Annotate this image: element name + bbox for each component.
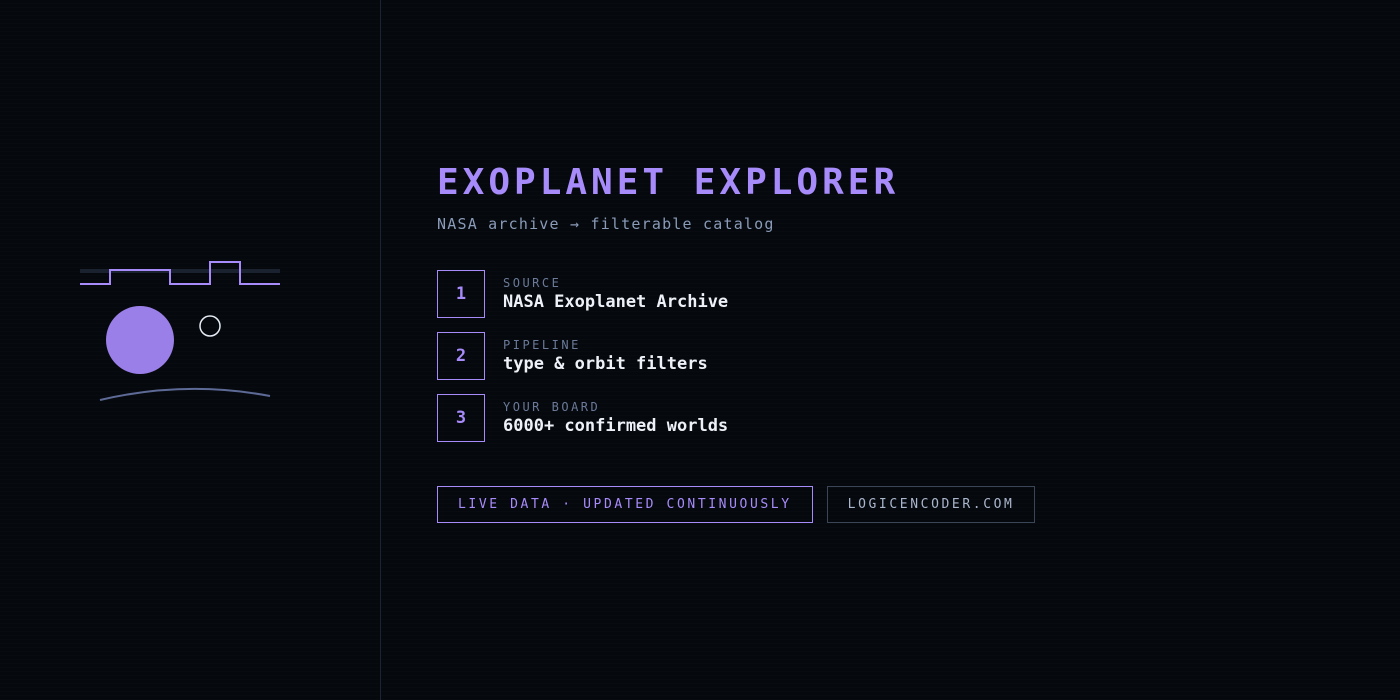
page: EXOPLANET EXPLORER NASA archive → filter…	[0, 0, 1400, 700]
transit-illustration	[70, 250, 300, 420]
step-text: YOUR BOARD 6000+ confirmed worlds	[503, 400, 728, 437]
main-content: EXOPLANET EXPLORER NASA archive → filter…	[437, 160, 1337, 523]
star-icon	[106, 306, 174, 374]
badges-row: LIVE DATA · UPDATED CONTINUOUSLY LOGICEN…	[437, 486, 1337, 523]
planet-icon	[199, 315, 221, 337]
live-data-badge: LIVE DATA · UPDATED CONTINUOUSLY	[437, 486, 813, 523]
step-text: SOURCE NASA Exoplanet Archive	[503, 276, 728, 313]
orbit-arc	[99, 387, 271, 401]
site-link-badge[interactable]: LOGICENCODER.COM	[826, 486, 1036, 523]
step-text: PIPELINE type & orbit filters	[503, 338, 708, 375]
step-pipeline: 2 PIPELINE type & orbit filters	[437, 332, 1337, 380]
step-number: 1	[437, 270, 485, 318]
steps-list: 1 SOURCE NASA Exoplanet Archive 2 PIPELI…	[437, 270, 1337, 442]
vertical-divider	[380, 0, 381, 700]
step-value: type & orbit filters	[503, 353, 708, 374]
step-your-board: 3 YOUR BOARD 6000+ confirmed worlds	[437, 394, 1337, 442]
step-label: YOUR BOARD	[503, 399, 601, 414]
step-number: 3	[437, 394, 485, 442]
page-title: EXOPLANET EXPLORER	[437, 162, 900, 203]
step-number: 2	[437, 332, 485, 380]
step-label: PIPELINE	[503, 337, 581, 352]
page-subtitle: NASA archive → filterable catalog	[437, 215, 775, 233]
transit-light-curve-icon	[80, 261, 280, 401]
step-source: 1 SOURCE NASA Exoplanet Archive	[437, 270, 1337, 318]
step-value: NASA Exoplanet Archive	[503, 291, 729, 312]
step-value: 6000+ confirmed worlds	[503, 415, 729, 436]
step-label: SOURCE	[503, 275, 562, 290]
